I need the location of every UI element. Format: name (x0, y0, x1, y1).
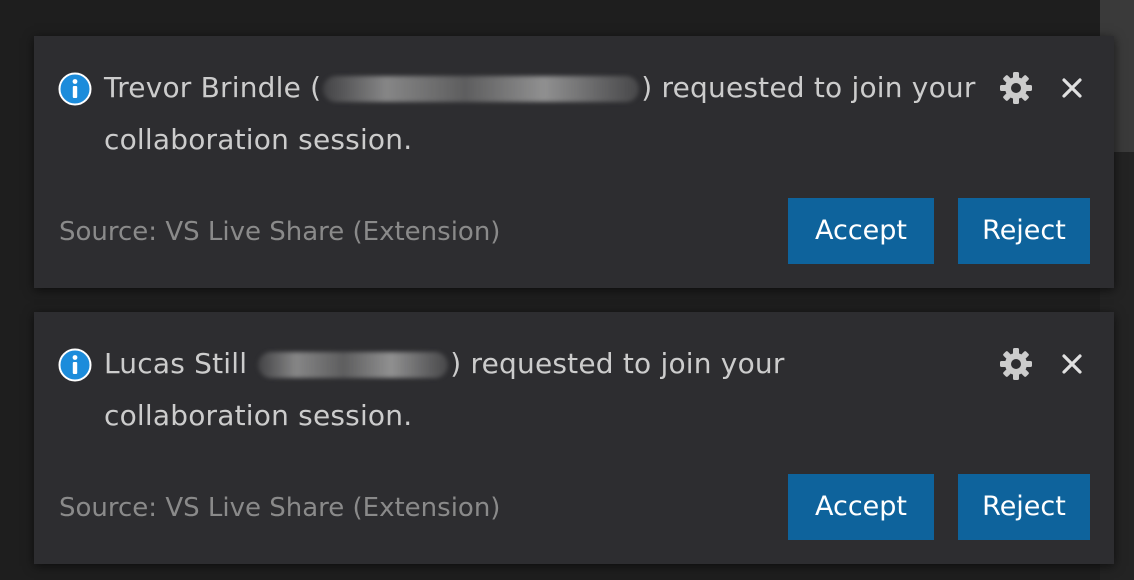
notification-message: Lucas Still ) requested to join your col… (104, 338, 1004, 442)
notification-toast: Trevor Brindle ( ) requested to join your… (34, 36, 1114, 288)
requester-name: Lucas Still (104, 347, 248, 380)
close-icon[interactable] (1060, 76, 1084, 100)
message-line-2: collaboration session. (104, 123, 413, 156)
gear-icon[interactable] (998, 70, 1034, 106)
open-paren: ( (310, 71, 322, 104)
accept-button[interactable]: Accept (788, 198, 934, 264)
message-text: ) requested to join your (641, 71, 976, 104)
notification-message: Trevor Brindle ( ) requested to join your… (104, 62, 1004, 166)
notification-source: Source: VS Live Share (Extension) (59, 493, 501, 523)
close-icon[interactable] (1060, 352, 1084, 376)
notification-source: Source: VS Live Share (Extension) (59, 217, 501, 247)
message-line-2: collaboration session. (104, 399, 413, 432)
notification-toast: Lucas Still ) requested to join your col… (34, 312, 1114, 564)
info-icon (58, 348, 92, 382)
requester-name: Trevor Brindle (104, 71, 302, 104)
accept-button[interactable]: Accept (788, 474, 934, 540)
redacted-email (258, 352, 449, 378)
reject-button[interactable]: Reject (958, 198, 1090, 264)
reject-button[interactable]: Reject (958, 474, 1090, 540)
gear-icon[interactable] (998, 346, 1034, 382)
info-icon (58, 72, 92, 106)
redacted-email (323, 76, 640, 102)
message-text: ) requested to join your (450, 347, 785, 380)
